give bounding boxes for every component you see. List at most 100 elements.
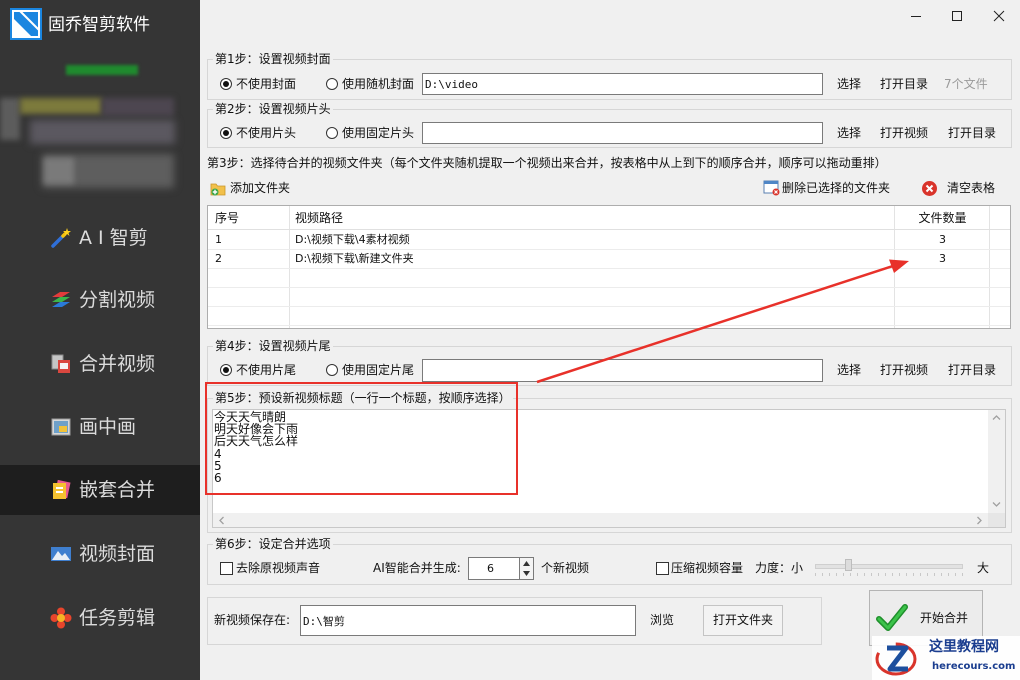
sidebar-item-merge-video[interactable]: 合并视频 <box>0 339 200 389</box>
column-header-count[interactable]: 文件数量 <box>895 211 990 225</box>
blurred-block <box>30 120 175 144</box>
add-folder-icon <box>210 183 226 196</box>
column-header-index[interactable]: 序号 <box>215 211 239 225</box>
browse-button[interactable]: 浏览 <box>640 609 684 631</box>
cover-random-label: 使用随机封面 <box>342 77 415 91</box>
table-row[interactable]: 2 D:\视频下载\新建文件夹 3 <box>208 250 1010 269</box>
sidebar-item-task-edit[interactable]: 任务剪辑 <box>0 593 200 643</box>
intro-fixed-radio[interactable] <box>326 127 338 139</box>
scroll-left-icon[interactable] <box>218 516 225 525</box>
intro-select-button[interactable]: 选择 <box>829 122 869 144</box>
sidebar-item-label: A I 智剪 <box>79 227 148 249</box>
outro-none-radio[interactable] <box>220 364 232 376</box>
sidebar-item-video-cover[interactable]: 视频封面 <box>0 529 200 579</box>
start-merge-label: 开始合并 <box>920 611 969 625</box>
cover-path-input[interactable] <box>422 73 823 95</box>
table-empty-row <box>208 307 1010 326</box>
sidebar-item-picture-in-picture[interactable]: 画中画 <box>0 402 200 452</box>
outro-open-dir-button[interactable]: 打开目录 <box>941 359 1003 381</box>
cover-random-radio[interactable] <box>326 78 338 90</box>
intro-path-input[interactable] <box>422 122 823 144</box>
watermark-logo-icon <box>875 642 917 676</box>
split-video-icon <box>52 292 70 307</box>
table-empty-row <box>208 269 1010 288</box>
step4-title: 第4步：设置视频片尾 <box>213 339 333 353</box>
horizontal-scrollbar[interactable] <box>213 513 988 527</box>
cover-none-label: 不使用封面 <box>236 77 297 91</box>
sidebar-item-ai-edit[interactable]: A I 智剪 <box>0 213 200 263</box>
strength-max-label: 大 <box>977 561 990 575</box>
nested-merge-icon <box>53 479 71 499</box>
ai-magic-wand-icon <box>51 228 71 248</box>
outro-fixed-radio[interactable] <box>326 364 338 376</box>
output-path-input[interactable] <box>300 605 636 636</box>
sidebar-item-label: 分割视频 <box>79 289 156 311</box>
table-row[interactable]: 1 D:\视频下载\4素材视频 3 <box>208 231 1010 250</box>
remove-audio-checkbox[interactable] <box>220 562 233 575</box>
scroll-up-icon[interactable] <box>992 414 1001 421</box>
remove-selected-icon <box>763 180 780 196</box>
folder-table[interactable]: 序号 视频路径 文件数量 1 D:\视频下载\4素材视频 3 2 D:\视频下载… <box>207 205 1011 329</box>
cover-select-button[interactable]: 选择 <box>829 73 869 95</box>
scrollbar-corner <box>988 513 1005 527</box>
stepper-down-icon[interactable] <box>523 571 530 576</box>
row-index: 1 <box>215 233 222 246</box>
remove-selected-label: 删除已选择的文件夹 <box>782 181 891 195</box>
sidebar-item-label: 嵌套合并 <box>79 479 156 501</box>
ai-generate-label: AI智能合并生成: <box>373 561 461 575</box>
stepper-up-icon[interactable] <box>523 561 530 566</box>
minimize-icon[interactable] <box>905 6 927 26</box>
slider-thumb-rail <box>815 558 963 572</box>
step5-title: 第5步：预设新视频标题（一行一个标题，按顺序选择） <box>213 391 513 405</box>
strength-slider[interactable] <box>812 558 966 578</box>
app-logo-icon <box>10 8 42 40</box>
sidebar-item-label: 视频封面 <box>79 543 156 565</box>
maximize-icon[interactable] <box>946 6 968 26</box>
title-line: 6 <box>214 471 222 485</box>
intro-open-dir-button[interactable]: 打开目录 <box>941 122 1003 144</box>
blurred-block <box>102 98 174 116</box>
outro-path-input[interactable] <box>422 359 823 382</box>
stepper-buttons <box>520 557 534 580</box>
clear-table-label: 清空表格 <box>947 181 996 195</box>
output-label: 新视频保存在: <box>214 613 291 627</box>
outro-select-button[interactable]: 选择 <box>829 359 869 381</box>
cover-none-radio[interactable] <box>220 78 232 90</box>
outro-open-video-button[interactable]: 打开视频 <box>873 359 935 381</box>
slider-thumb[interactable] <box>844 559 852 571</box>
intro-none-label: 不使用片头 <box>236 126 297 140</box>
clear-table-icon <box>922 181 937 196</box>
sidebar: 固乔智剪软件 A I 智剪 分割视频 合并视频 画中画 嵌套合并 视频封面 任务… <box>0 0 200 680</box>
scroll-down-icon[interactable] <box>992 501 1001 508</box>
titles-textarea[interactable]: 今天天气晴朗 明天好像会下雨 后天天气怎么样 4 5 6 <box>212 409 1006 528</box>
close-icon[interactable] <box>988 6 1010 26</box>
cover-open-dir-button[interactable]: 打开目录 <box>873 73 935 95</box>
scroll-right-icon[interactable] <box>976 516 983 525</box>
ai-generate-count-input[interactable] <box>468 557 520 580</box>
blurred-block <box>0 98 20 140</box>
picture-in-picture-icon <box>51 418 71 436</box>
blurred-block <box>44 158 74 184</box>
row-count: 3 <box>939 233 946 246</box>
task-edit-icon <box>50 607 72 629</box>
row-count: 3 <box>939 252 946 265</box>
row-path: D:\视频下载\4素材视频 <box>295 233 410 246</box>
sidebar-item-nested-merge[interactable]: 嵌套合并 <box>0 465 200 515</box>
add-folder-label: 添加文件夹 <box>230 181 291 195</box>
sidebar-item-label: 合并视频 <box>79 353 156 375</box>
intro-none-radio[interactable] <box>220 127 232 139</box>
step3-title: 第3步：选择待合并的视频文件夹（每个文件夹随机提取一个视频出来合并，按表格中从上… <box>207 156 887 170</box>
column-header-path[interactable]: 视频路径 <box>295 211 343 225</box>
outro-fixed-label: 使用固定片尾 <box>342 363 415 377</box>
step1-title: 第1步：设置视频封面 <box>213 52 333 66</box>
cover-file-count: 7个文件 <box>944 77 988 91</box>
outro-none-label: 不使用片尾 <box>236 363 297 377</box>
vertical-scrollbar[interactable] <box>988 410 1005 513</box>
slider-ticks <box>815 573 963 576</box>
intro-open-video-button[interactable]: 打开视频 <box>873 122 935 144</box>
sidebar-item-label: 画中画 <box>79 416 137 438</box>
compress-checkbox[interactable] <box>656 562 669 575</box>
sidebar-item-split-video[interactable]: 分割视频 <box>0 275 200 325</box>
open-folder-button[interactable]: 打开文件夹 <box>703 605 783 636</box>
remove-audio-label: 去除原视频声音 <box>236 561 321 575</box>
